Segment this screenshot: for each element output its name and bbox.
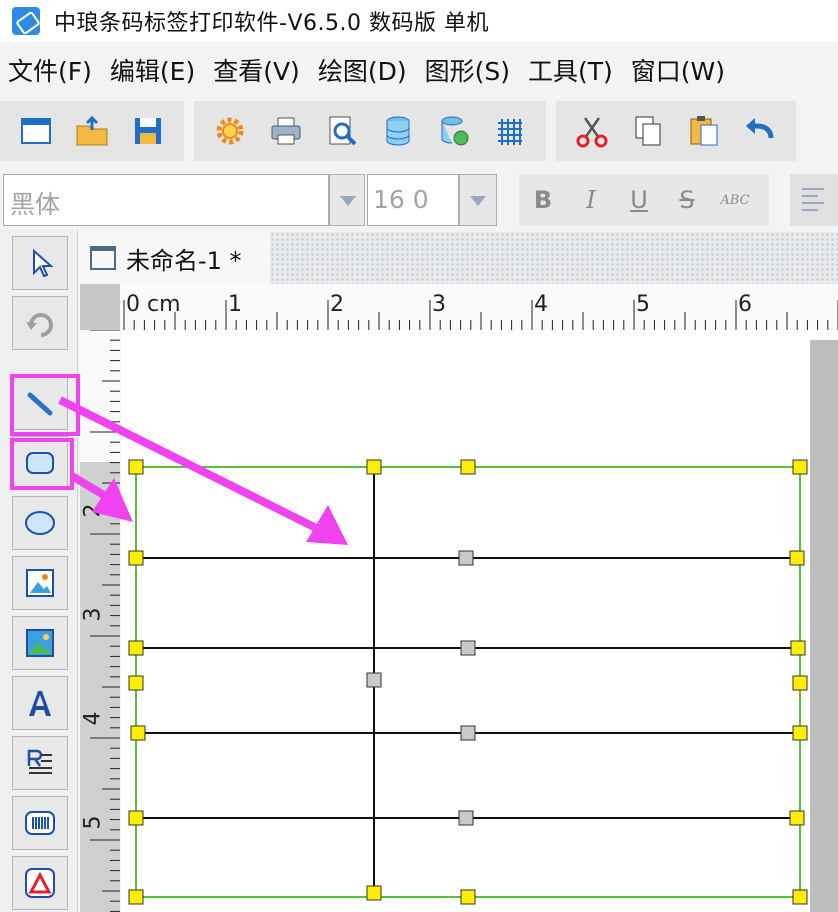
menu-window[interactable]: 窗口(W) [631,52,725,88]
picture-tool-icon[interactable] [12,616,68,670]
document-tab-strip: 未命名-1 * [80,232,838,284]
rich-text-tool-icon[interactable] [12,736,68,790]
app-logo-icon [12,7,40,35]
document-window-icon [90,246,116,270]
title-bar: 中琅条码标签打印软件-V6.5.0 数码版 单机 [0,0,838,42]
new-window-icon[interactable] [14,109,58,153]
window-title: 中琅条码标签打印软件-V6.5.0 数码版 单机 [54,11,489,36]
drawing-tool-panel [0,230,80,912]
menu-draw[interactable]: 绘图(D) [318,52,407,88]
font-toolbar: 黑体 16 0 B I U S ABC [0,168,838,230]
rotate-icon[interactable] [12,296,68,350]
image-tool-icon[interactable] [12,556,68,610]
ruler-label-1: 1 [228,292,242,317]
toolbar-group-edit [556,101,796,161]
ellipse-tool-icon[interactable] [12,496,68,550]
database-icon[interactable] [376,109,420,153]
horizontal-ruler: 0 cm 1 2 3 4 5 6 [80,284,838,330]
gear-settings-icon[interactable] [208,109,252,153]
font-family-value: 黑体 [10,190,61,219]
app-window: 中琅条码标签打印软件-V6.5.0 数码版 单机 文件(F) 编辑(E) 查看(… [0,0,838,912]
vruler-label-5: 5 [80,815,106,830]
menu-shape[interactable]: 图形(S) [425,52,510,88]
ruler-label-2: 2 [330,292,344,317]
font-size-value: 16 0 [373,185,429,214]
letter-spacing-button[interactable]: ABC [711,193,759,208]
barcode-tool-icon[interactable] [12,796,68,850]
canvas-scroll-area[interactable] [810,340,838,912]
menu-edit[interactable]: 编辑(E) [110,52,195,88]
grid-icon[interactable] [488,109,532,153]
open-folder-icon[interactable] [70,109,114,153]
italic-button[interactable]: I [567,186,615,214]
paste-icon[interactable] [682,109,726,153]
ruler-label-5: 5 [636,292,650,317]
scissors-icon[interactable] [570,109,614,153]
rectangle-tool-highlight [10,438,74,490]
ruler-label-3: 3 [432,292,446,317]
select-arrow-icon[interactable] [12,236,68,290]
font-family-dropdown-icon[interactable] [329,174,365,226]
ruler-label-4: 4 [534,292,548,317]
vruler-label-4: 4 [80,711,106,726]
save-disk-icon[interactable] [126,109,170,153]
vruler-label-3: 3 [80,607,106,622]
align-left-icon[interactable] [790,174,838,226]
document-tab[interactable]: 未命名-1 * [80,232,270,284]
undo-icon[interactable] [738,109,782,153]
main-toolbar [0,98,838,164]
vruler-label-2: 2 [80,503,106,518]
print-preview-icon[interactable] [320,109,364,153]
printer-icon[interactable] [264,109,308,153]
copy-icon[interactable] [626,109,670,153]
toolbar-group-file [0,101,184,161]
underline-button[interactable]: U [615,186,663,214]
document-tab-title: 未命名-1 * [126,246,242,275]
font-size-dropdown-icon[interactable] [459,174,497,226]
menu-bar: 文件(F) 编辑(E) 查看(V) 绘图(D) 图形(S) 工具(T) 窗口(W… [0,42,838,98]
font-size-select[interactable]: 16 0 [367,174,459,226]
strikethrough-button[interactable]: S [663,186,711,214]
text-format-group: B I U S ABC [519,174,769,226]
ruler-label-0: 0 cm [126,292,181,317]
horizontal-ruler-track: 0 cm 1 2 3 4 5 6 [120,284,838,330]
bold-button[interactable]: B [519,186,567,214]
text-tool-icon[interactable] [12,676,68,730]
vertical-ruler: 2 3 4 5 [80,330,120,912]
toolbar-group-print [194,101,546,161]
line-tool-highlight [10,374,80,436]
ruler-label-6: 6 [738,292,752,317]
menu-view[interactable]: 查看(V) [213,52,300,88]
shape-tool-icon[interactable] [12,856,68,910]
menu-file[interactable]: 文件(F) [8,52,92,88]
font-family-select[interactable]: 黑体 [3,174,329,226]
database-settings-icon[interactable] [432,109,476,153]
menu-tools[interactable]: 工具(T) [528,52,613,88]
label-canvas[interactable] [121,330,838,912]
